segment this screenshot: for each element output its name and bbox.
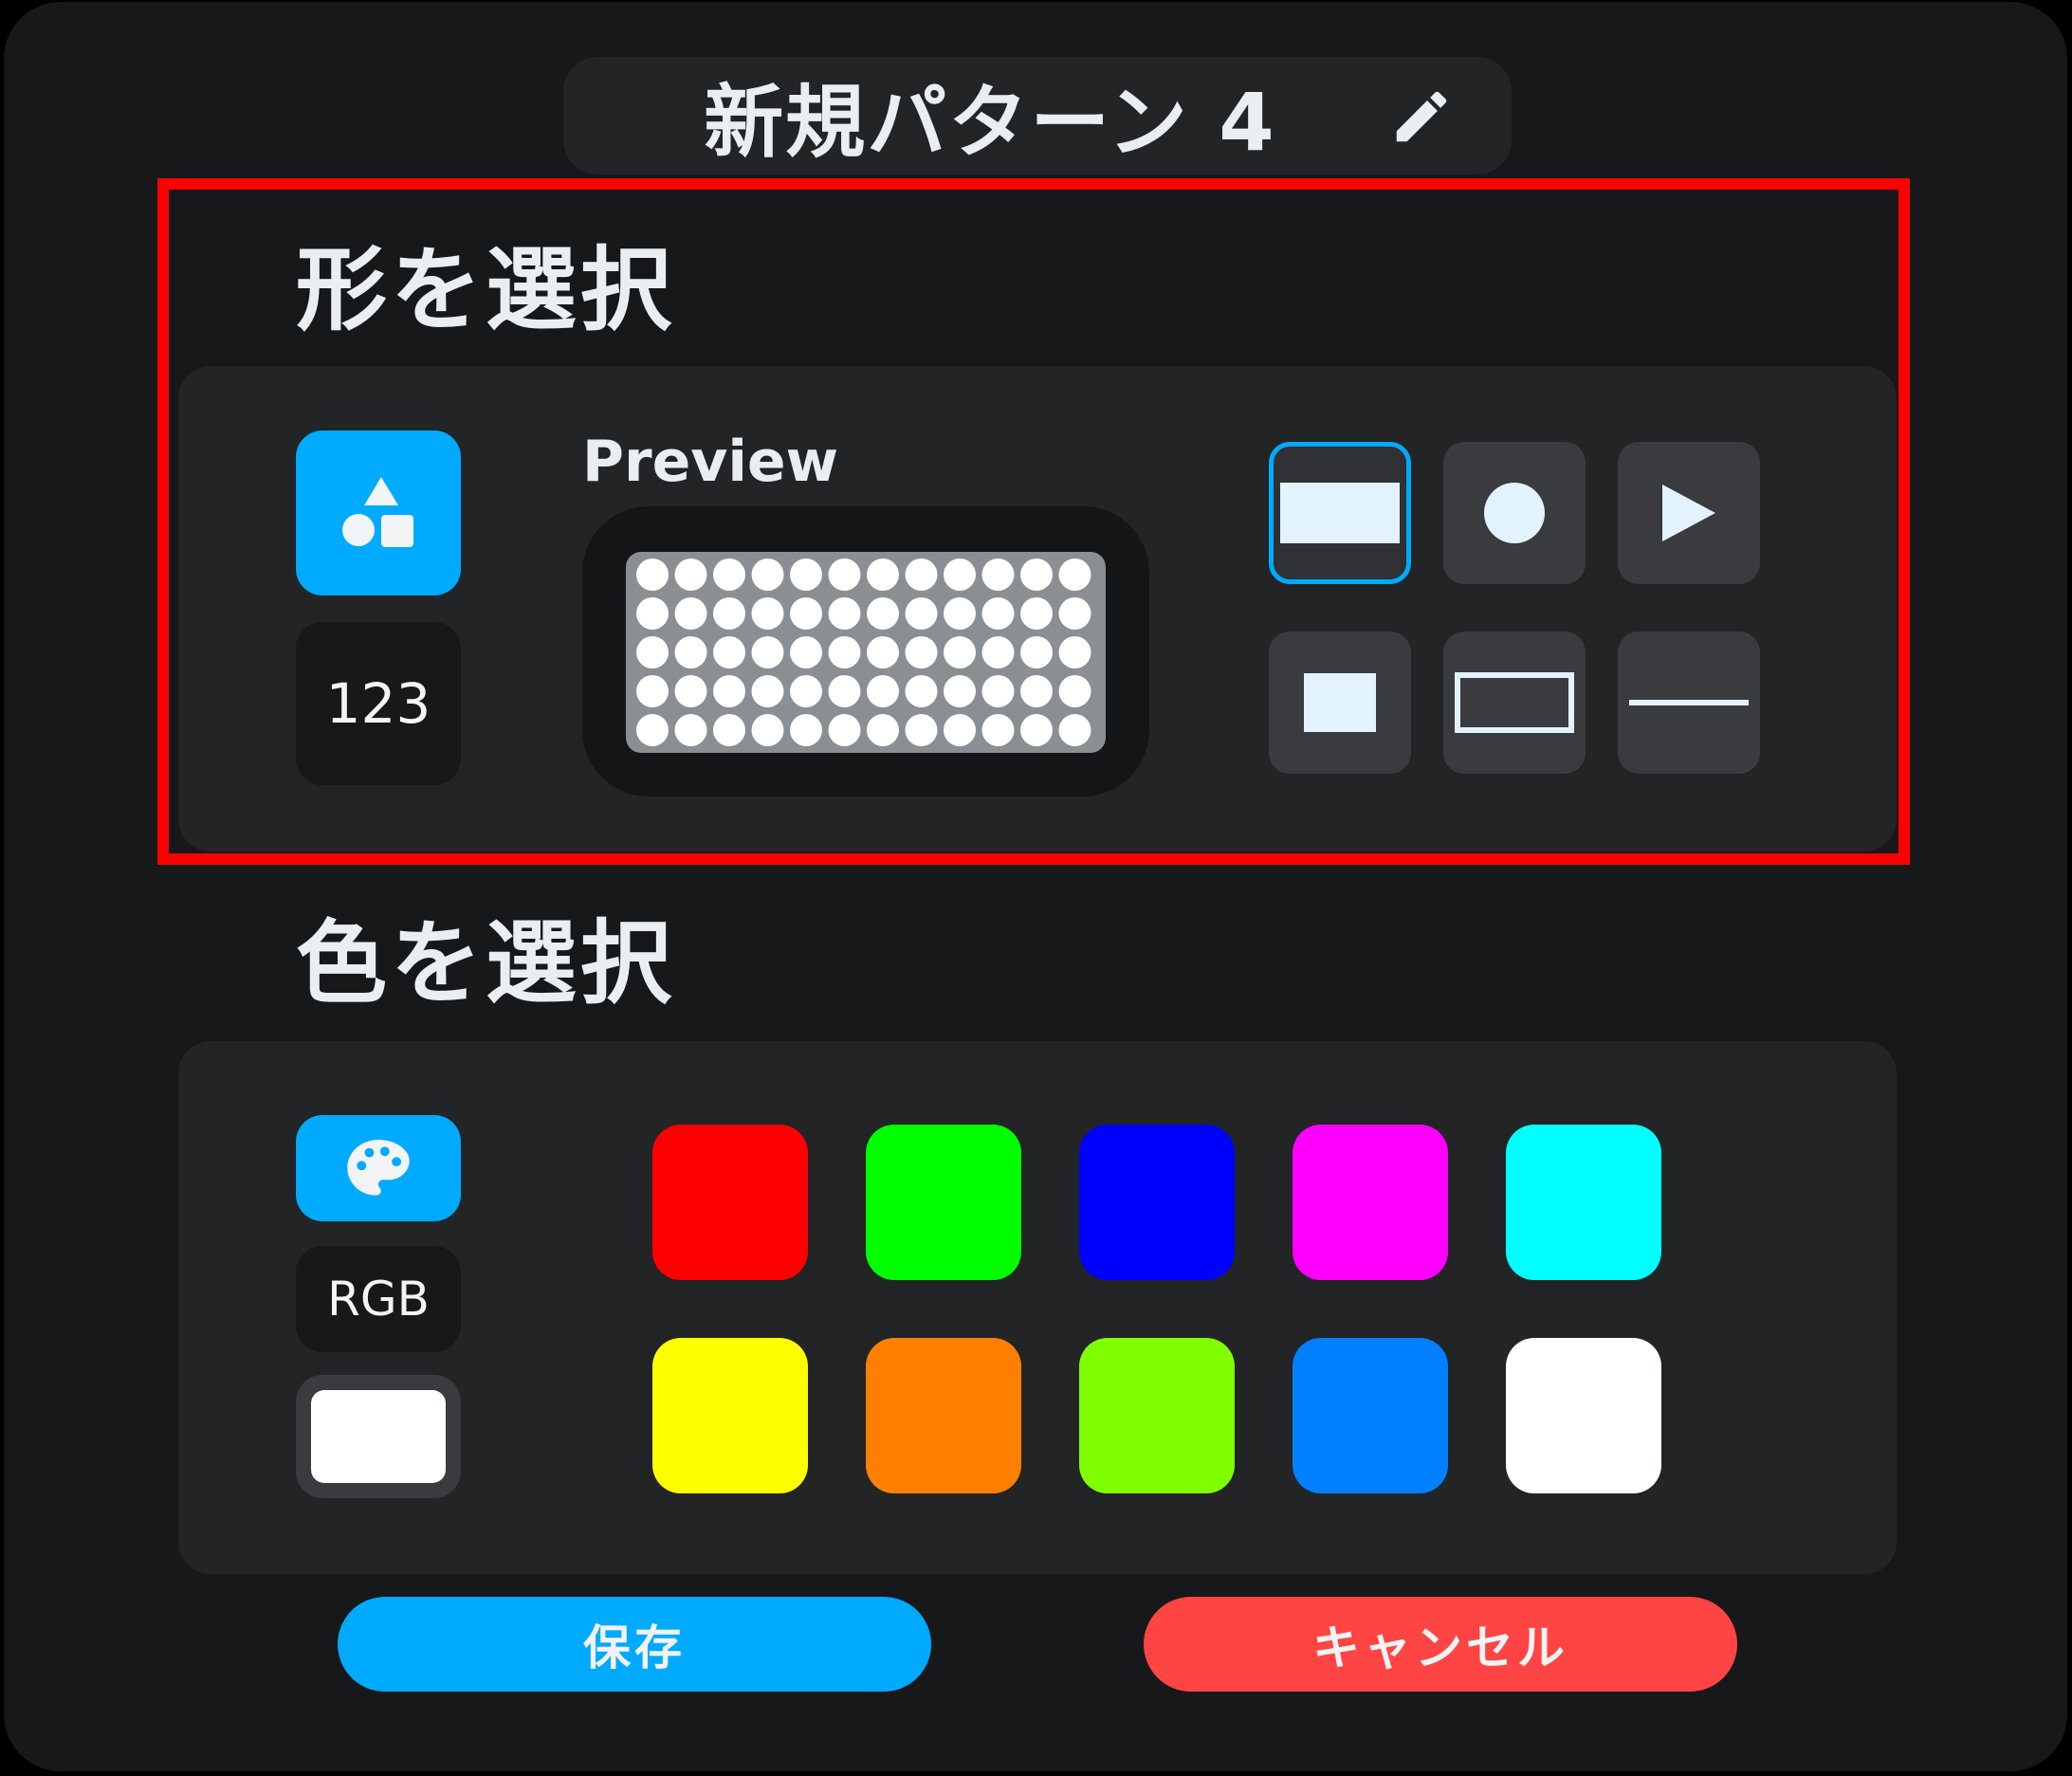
shape-section-highlight <box>157 178 1910 865</box>
color-swatch[interactable] <box>1506 1338 1661 1493</box>
rgb-mode-label: RGB <box>327 1272 430 1327</box>
color-swatch[interactable] <box>1293 1125 1448 1280</box>
rgb-mode-button[interactable]: RGB <box>296 1246 461 1352</box>
palette-icon <box>347 1140 410 1196</box>
color-swatch[interactable] <box>866 1125 1021 1280</box>
color-swatch[interactable] <box>1506 1125 1661 1280</box>
color-section-title: 色を選択 <box>296 910 675 1016</box>
color-swatch[interactable] <box>652 1338 808 1493</box>
color-swatch[interactable] <box>866 1338 1021 1493</box>
cancel-button[interactable]: キャンセル <box>1144 1597 1737 1692</box>
cancel-button-label: キャンセル <box>1312 1620 1568 1675</box>
color-swatch[interactable] <box>1293 1338 1448 1493</box>
color-swatch[interactable] <box>1079 1338 1235 1493</box>
save-button[interactable]: 保存 <box>338 1597 931 1692</box>
current-color-button[interactable] <box>296 1375 461 1498</box>
pencil-icon[interactable] <box>1388 83 1455 150</box>
pattern-title-bar: 新規パターン 4 <box>563 57 1512 174</box>
save-button-label: 保存 <box>583 1620 686 1675</box>
palette-mode-button[interactable] <box>296 1115 461 1221</box>
color-swatch[interactable] <box>652 1125 808 1280</box>
color-swatch[interactable] <box>1079 1125 1235 1280</box>
current-color-preview <box>311 1390 446 1483</box>
pattern-title: 新規パターン 4 <box>704 75 1276 169</box>
